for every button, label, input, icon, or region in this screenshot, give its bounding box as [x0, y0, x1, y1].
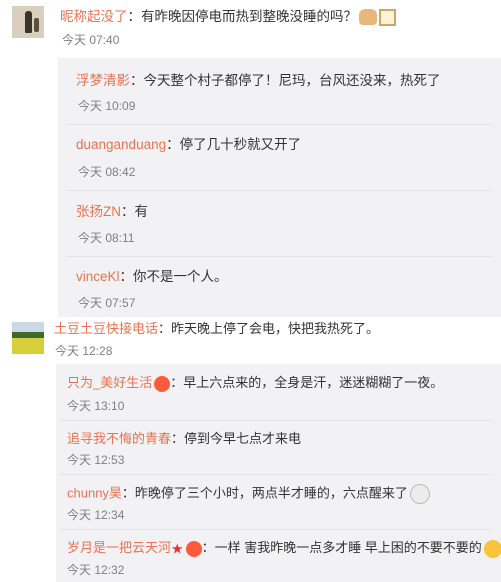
divider [60, 474, 493, 475]
reply-text: ：有 [121, 204, 148, 219]
reply-text: ：停了几十秒就又开了 [166, 137, 302, 152]
star-icon: ★ [171, 540, 184, 557]
reply-line: chunny昊：昨晚停了三个小时，两点半才睡的，六点醒来了 [67, 484, 430, 504]
divider [66, 190, 493, 191]
avatar[interactable] [12, 322, 44, 354]
reply-time: 今天 08:42 [78, 165, 136, 179]
divider [60, 420, 493, 421]
reply-author[interactable]: 追寻我不悔的青春 [67, 431, 171, 446]
reply-author[interactable]: duanganduang [76, 137, 166, 152]
reply-text: ：你不是一个人。 [119, 269, 228, 284]
reply-time: 今天 12:32 [67, 563, 125, 577]
comment-text: ：昨天晚上停了会电，快把我热死了。 [158, 321, 380, 336]
avatar[interactable] [12, 6, 44, 38]
reply-author[interactable]: 只为_美好生活 [67, 375, 152, 390]
reply-line: 岁月是一把云天河★ ：一样 害我昨晚一点多才睡 早上困的不要不要的 [67, 539, 501, 558]
divider [66, 124, 493, 125]
comment-time: 今天 12:28 [55, 344, 113, 358]
reply-time: 今天 08:11 [78, 231, 135, 245]
reply-author[interactable]: chunny昊 [67, 485, 122, 500]
reply-line: duanganduang：停了几十秒就又开了 [76, 136, 301, 154]
reply-text: ：今天整个村子都停了！尼玛，台风还没来，热死了 [130, 73, 441, 88]
ghost-face-icon [409, 484, 430, 504]
reply-author[interactable]: vinceKl [76, 269, 120, 284]
comment-text: ：有昨晚因停电而热到整晚没睡的吗？ [127, 9, 358, 24]
angry-face-icon [154, 375, 171, 392]
reply-author[interactable]: 张扬ZN [76, 204, 121, 219]
reply-line: 追寻我不悔的青春：停到今早七点才来电 [67, 430, 301, 448]
comment-line: 昵称起没了：有昨晚因停电而热到整晚没睡的吗？ [60, 8, 396, 26]
reply-text: ：一样 害我昨晚一点多才睡 早上困的不要不要的 [201, 540, 482, 555]
comment-author[interactable]: 昵称起没了 [60, 9, 128, 24]
reply-time: 今天 07:57 [78, 296, 136, 310]
reply-line: 张扬ZN：有 [76, 203, 148, 221]
reply-author[interactable]: 岁月是一把云天河 [67, 540, 171, 555]
reply-line: vinceKl：你不是一个人。 [76, 268, 228, 286]
reply-text: ：早上六点来的，全身是汗，迷迷糊糊了一夜。 [170, 375, 444, 390]
laughing-face-icon [483, 539, 501, 558]
reply-time: 今天 12:53 [67, 453, 125, 467]
comment-time: 今天 07:40 [62, 33, 120, 47]
reply-text: ：昨晚停了三个小时，两点半才睡的，六点醒来了 [121, 485, 408, 501]
reply-time: 今天 13:10 [67, 399, 125, 413]
hands-raised-icon [359, 9, 377, 26]
reply-author[interactable]: 浮梦清影 [76, 73, 130, 88]
reply-time: 今天 12:34 [67, 508, 125, 522]
comment-author[interactable]: 土豆土豆快接电话 [54, 321, 158, 336]
box-icon [379, 8, 396, 26]
reply-time: 今天 10:09 [78, 99, 136, 113]
reply-line: 只为_美好生活 ：早上六点来的，全身是汗，迷迷糊糊了一夜。 [67, 374, 443, 392]
comment-line: 土豆土豆快接电话：昨天晚上停了会电，快把我热死了。 [54, 320, 379, 338]
divider [66, 256, 493, 257]
divider [60, 529, 493, 530]
reply-line: 浮梦清影：今天整个村子都停了！尼玛，台风还没来，热死了 [76, 72, 441, 90]
reply-text: ：停到今早七点才来电 [171, 431, 302, 446]
angry-face-icon [185, 540, 202, 557]
